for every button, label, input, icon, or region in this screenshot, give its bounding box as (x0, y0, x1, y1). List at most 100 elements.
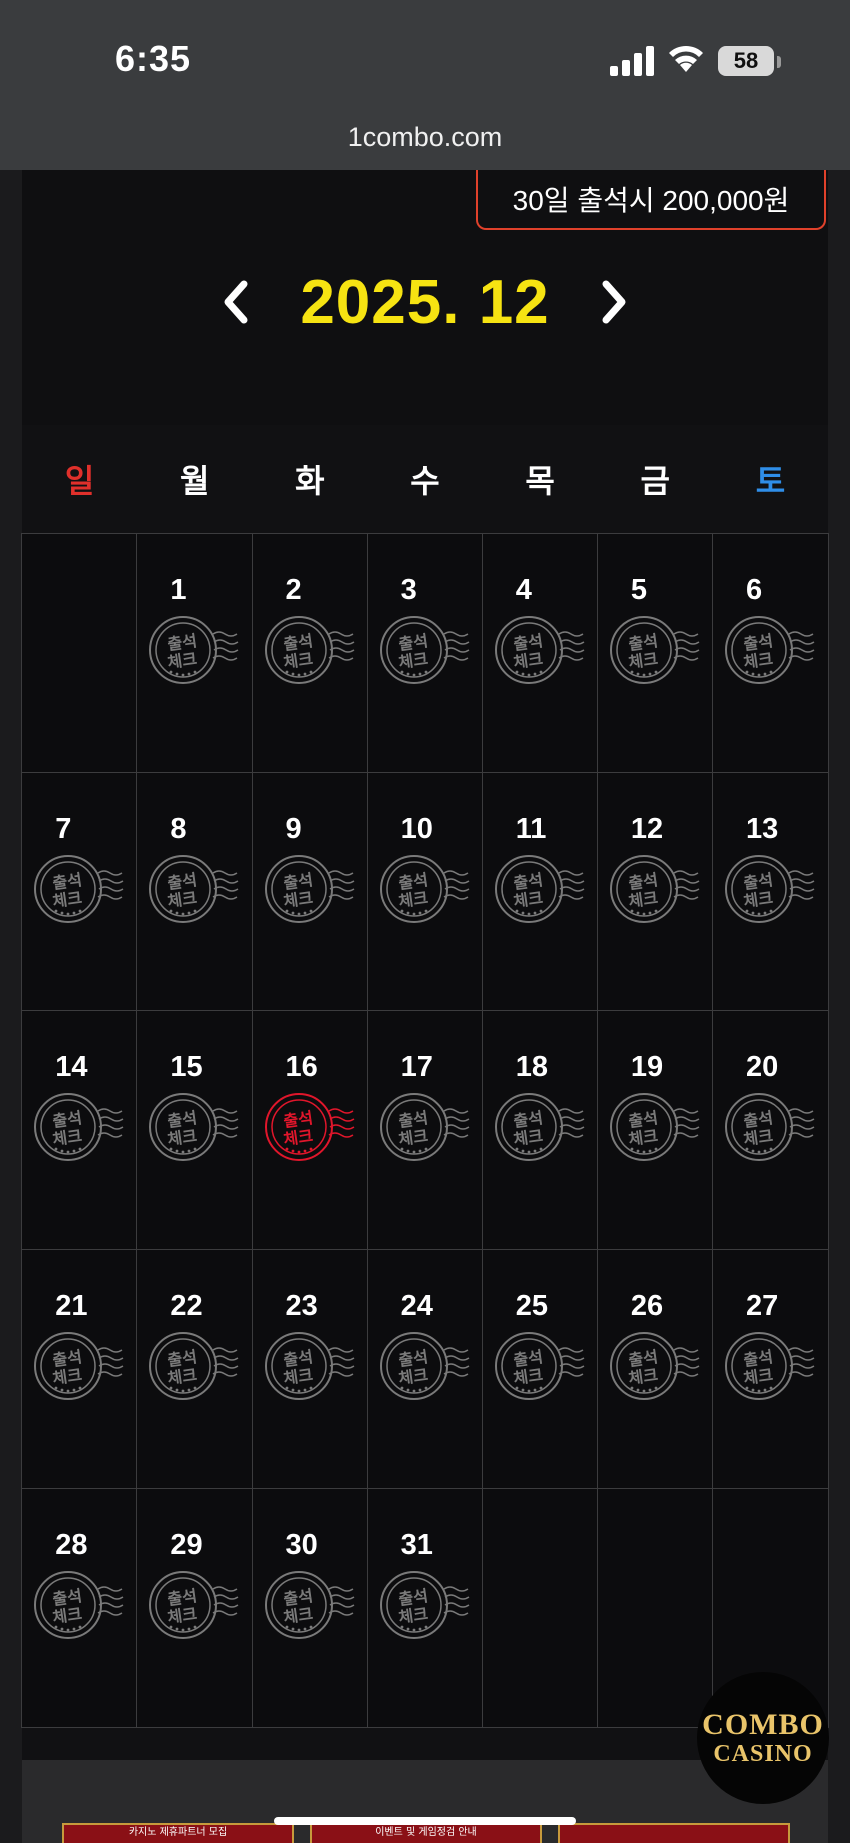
prev-month-button[interactable] (216, 277, 256, 327)
day-number: 12 (630, 812, 664, 845)
calendar-day-cell[interactable]: 28 출석 체크 (21, 1487, 138, 1728)
calendar-day-cell[interactable]: 7 출석 체크 (21, 771, 138, 1012)
attendance-stamp-icon: 출석 체크 (32, 1567, 128, 1643)
stamp-text-bottom: 체크 (397, 888, 429, 911)
calendar-day-cell[interactable]: 11 출석 체크 (481, 771, 599, 1012)
calendar-day-cell[interactable]: 26 출석 체크 (596, 1249, 714, 1490)
calendar-day-cell[interactable]: 3 출석 체크 (366, 533, 484, 774)
calendar-day-cell[interactable]: 5 출석 체크 (596, 533, 714, 774)
day-number: 17 (400, 1051, 433, 1084)
stamp-text-bottom: 체크 (282, 649, 314, 672)
status-bar: 6:35 58 1combo.com (0, 0, 850, 170)
calendar-day-cell[interactable]: 10 출석 체크 (366, 771, 484, 1012)
calendar-day-cell[interactable]: 18 출석 체크 (481, 1010, 599, 1251)
next-month-button[interactable] (594, 277, 634, 327)
calendar-day-cell[interactable]: 1 출석 체크 (136, 533, 253, 774)
attendance-checked-stamp-icon: 출석 체크 (263, 1089, 359, 1165)
stamp-text-bottom: 체크 (167, 1365, 199, 1388)
calendar-day-cell[interactable]: 15 출석 체크 (136, 1010, 253, 1251)
calendar-day-cell[interactable]: 22 출석 체크 (136, 1249, 253, 1490)
chevron-left-icon (224, 280, 248, 324)
day-number: 1 (170, 574, 187, 607)
stamp-text-bottom: 체크 (627, 888, 659, 911)
calendar-day-cell[interactable]: 21 출석 체크 (21, 1249, 138, 1490)
reward-info-box: 30일 출석시 200,000원 (476, 170, 826, 230)
combo-casino-logo[interactable]: COMBO CASINO (697, 1672, 829, 1804)
stamp-text-bottom: 체크 (282, 888, 314, 911)
day-number: 19 (630, 1051, 664, 1084)
stamp-text-bottom: 체크 (512, 1126, 544, 1149)
attendance-stamp-icon: 출석 체크 (608, 851, 704, 927)
day-number: 14 (55, 1051, 88, 1084)
day-number: 8 (170, 812, 187, 845)
attendance-stamp-icon: 출석 체크 (147, 1089, 243, 1165)
stamp-text-bottom: 체크 (512, 649, 544, 672)
calendar-day-cell[interactable]: 20 출석 체크 (712, 1010, 829, 1251)
attendance-stamp-icon: 출석 체크 (608, 1089, 704, 1165)
day-number: 26 (630, 1290, 664, 1323)
calendar-day-cell[interactable]: 29 출석 체크 (136, 1487, 253, 1728)
calendar-day-cell[interactable]: 2 출석 체크 (251, 533, 369, 774)
calendar-day-cell[interactable]: 25 출석 체크 (481, 1249, 599, 1490)
calendar-day-cell[interactable]: 31 출석 체크 (366, 1487, 484, 1728)
attendance-stamp-icon: 출석 체크 (493, 851, 589, 927)
calendar-day-cell[interactable]: 30 출석 체크 (251, 1487, 369, 1728)
day-number: 20 (746, 1051, 779, 1084)
attendance-stamp-icon: 출석 체크 (263, 1328, 359, 1404)
banner-event[interactable]: 이벤트 및 게임정검 안내 (310, 1823, 542, 1843)
day-number: 24 (400, 1290, 433, 1323)
day-number: 2 (285, 574, 302, 607)
stamp-text-bottom: 체크 (167, 1604, 199, 1627)
calendar-day-cell[interactable]: 19 출석 체크 (596, 1010, 714, 1251)
stamp-text-bottom: 체크 (52, 1365, 84, 1388)
attendance-stamp-icon: 출석 체크 (32, 851, 128, 927)
day-number: 3 (400, 574, 417, 607)
calendar-day-cell[interactable]: 27 출석 체크 (712, 1249, 829, 1490)
attendance-stamp-icon: 출석 체크 (147, 612, 243, 688)
weekday-tue: 화 (295, 462, 325, 500)
banner-partner[interactable]: 카지노 제휴파트너 모집 (62, 1823, 294, 1843)
calendar-empty-cell (596, 1487, 714, 1728)
calendar-grid: 1 출석 체크 2 출석 체크 3 출석 체크 4 출석 체크 5 출석 체크 6 출석 체크 7 출석 체크 8 출석 체크… (21, 533, 829, 1728)
day-number: 10 (400, 812, 433, 845)
calendar-day-cell[interactable]: 17 출석 체크 (366, 1010, 484, 1251)
calendar-empty-cell (21, 533, 138, 774)
day-number: 22 (170, 1290, 203, 1323)
stamp-text-bottom: 체크 (52, 1604, 84, 1627)
day-number: 16 (285, 1051, 318, 1084)
attendance-stamp-icon: 출석 체크 (263, 851, 359, 927)
day-number: 21 (55, 1290, 88, 1323)
attendance-stamp-icon: 출석 체크 (723, 1328, 819, 1404)
logo-line2: CASINO (713, 1741, 813, 1767)
chevron-right-icon (602, 280, 626, 324)
stamp-text-bottom: 체크 (397, 649, 429, 672)
calendar-day-cell[interactable]: 13 출석 체크 (712, 771, 829, 1012)
day-number: 23 (285, 1290, 318, 1323)
day-number: 6 (746, 574, 763, 607)
calendar-empty-cell (481, 1487, 599, 1728)
calendar-day-cell[interactable]: 23 출석 체크 (251, 1249, 369, 1490)
attendance-stamp-icon: 출석 체크 (608, 612, 704, 688)
calendar-day-cell[interactable]: 6 출석 체크 (712, 533, 829, 774)
battery-cap (777, 56, 781, 68)
weekday-thu: 목 (525, 462, 555, 500)
attendance-stamp-icon: 출석 체크 (493, 1328, 589, 1404)
attendance-stamp-icon: 출석 체크 (263, 1567, 359, 1643)
attendance-stamp-icon: 출석 체크 (378, 1567, 474, 1643)
calendar-day-cell[interactable]: 9 출석 체크 (251, 771, 369, 1012)
calendar-day-cell[interactable]: 8 출석 체크 (136, 771, 253, 1012)
attendance-stamp-icon: 출석 체크 (493, 612, 589, 688)
day-number: 25 (515, 1290, 549, 1323)
banner-third[interactable] (558, 1823, 790, 1843)
weekday-sat: 토 (755, 462, 786, 500)
address-bar-url[interactable]: 1combo.com (0, 122, 850, 153)
calendar-day-cell[interactable]: 14 출석 체크 (21, 1010, 138, 1251)
calendar-day-cell[interactable]: 24 출석 체크 (366, 1249, 484, 1490)
calendar-day-cell[interactable]: 4 출석 체크 (481, 533, 599, 774)
day-number: 9 (285, 812, 302, 845)
calendar-day-cell[interactable]: 12 출석 체크 (596, 771, 714, 1012)
stamp-text-bottom: 체크 (282, 1365, 314, 1388)
calendar-day-cell[interactable]: 16 출석 체크 (251, 1010, 369, 1251)
stamp-text-bottom: 체크 (282, 1604, 314, 1627)
stamp-text-bottom: 체크 (627, 649, 659, 672)
